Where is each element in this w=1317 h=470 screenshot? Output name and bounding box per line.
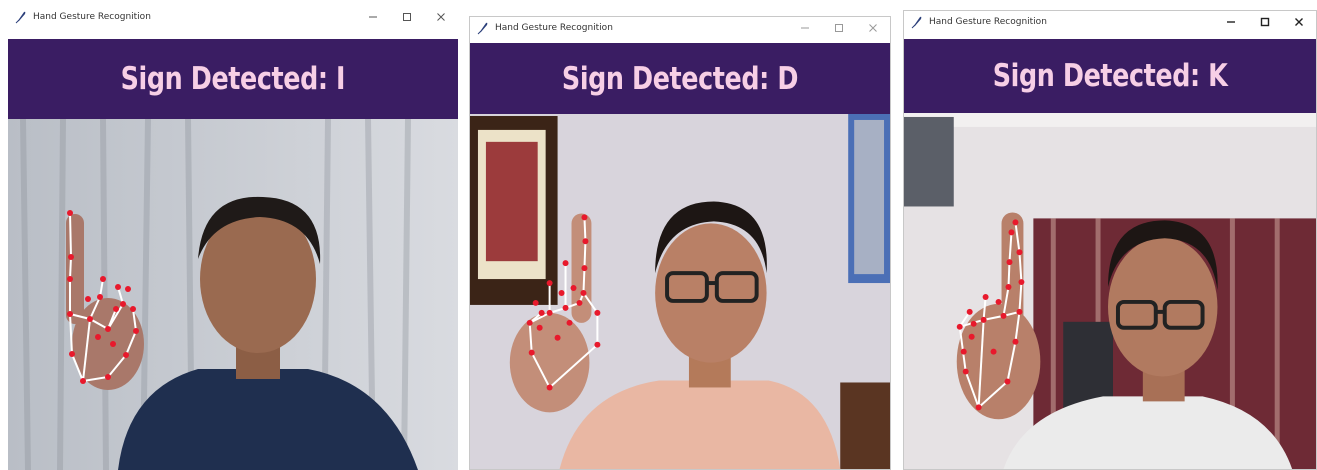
feather-icon (15, 11, 26, 24)
sign-banner: Sign Detected: I (8, 39, 458, 119)
feather-icon (477, 22, 488, 35)
sign-detected-label: Sign Detected: D (561, 60, 799, 97)
camera-frame (8, 119, 458, 470)
minimize-button[interactable] (1214, 11, 1248, 33)
title-bar[interactable]: Hand Gesture Recognition (8, 6, 458, 28)
person-face (655, 223, 767, 363)
blue-frame-inner (854, 119, 885, 275)
maximize-icon (835, 24, 843, 32)
picture-art (485, 141, 538, 262)
maximize-icon (403, 13, 411, 21)
camera-frame (904, 113, 1316, 469)
close-button[interactable] (856, 17, 890, 39)
maximize-button[interactable] (390, 6, 424, 28)
minimize-button[interactable] (356, 6, 390, 28)
hand (956, 303, 1041, 420)
sign-banner: Sign Detected: D (470, 43, 890, 114)
minimize-icon (801, 27, 809, 29)
maximize-button[interactable] (822, 17, 856, 39)
wooden-furniture (840, 382, 890, 469)
feather-icon (911, 16, 922, 29)
title-bar[interactable]: Hand Gesture Recognition (470, 17, 890, 39)
minimize-button[interactable] (788, 17, 822, 39)
sign-banner: Sign Detected: K (904, 39, 1316, 113)
close-icon (437, 13, 445, 21)
camera-feed (470, 114, 890, 469)
app-window-1: Hand Gesture Recognition Sign Detected: … (8, 6, 458, 470)
close-icon (869, 24, 877, 32)
raised-finger (66, 214, 84, 324)
close-icon (1295, 18, 1303, 26)
camera-frame (470, 114, 890, 469)
close-button[interactable] (1282, 11, 1316, 33)
window-ac-unit (904, 116, 954, 207)
maximize-icon (1260, 17, 1270, 27)
ceiling (904, 113, 1316, 127)
window-title: Hand Gesture Recognition (929, 17, 1047, 27)
window-title: Hand Gesture Recognition (495, 23, 613, 33)
app-window-2: Hand Gesture Recognition Sign Detected: … (469, 16, 891, 470)
sign-detected-label: Sign Detected: I (120, 61, 346, 97)
close-button[interactable] (424, 6, 458, 28)
camera-feed (904, 113, 1316, 469)
maximize-button[interactable] (1248, 11, 1282, 33)
sign-detected-label: Sign Detected: K (992, 58, 1228, 94)
app-window-3: Hand Gesture Recognition Sign Detected: … (903, 10, 1317, 470)
window-title: Hand Gesture Recognition (33, 12, 151, 22)
minimize-icon (1227, 21, 1235, 23)
camera-feed (8, 119, 458, 470)
title-bar[interactable]: Hand Gesture Recognition (904, 11, 1316, 33)
minimize-icon (369, 16, 377, 18)
